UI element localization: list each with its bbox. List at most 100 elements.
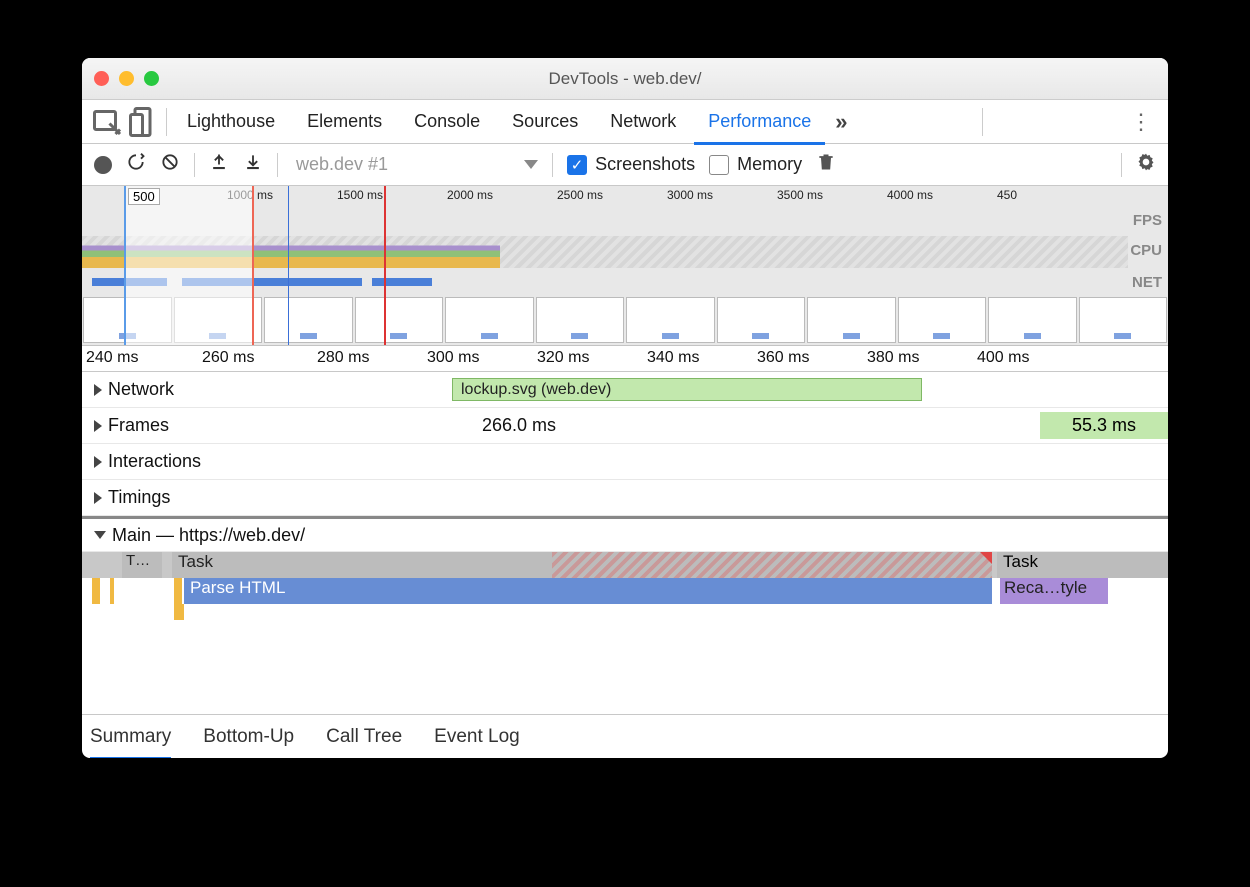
network-track[interactable]: Network lockup.svg (web.dev) [82,372,1168,408]
flame-row-3 [82,604,1168,630]
window-title: DevTools - web.dev/ [548,69,701,89]
tick: 280 ms [317,349,369,367]
tick: 400 ms [977,349,1029,367]
memory-label: Memory [737,154,802,175]
checkbox-icon: ✓ [567,155,587,175]
track-label: Timings [108,487,170,508]
details-tab-bar: Summary Bottom-Up Call Tree Event Log [82,714,1168,758]
profile-selector[interactable]: web.dev #1 [296,154,538,175]
thumbnail [988,297,1077,343]
thumbnail [264,297,353,343]
script-block[interactable] [174,578,182,604]
thumbnail [1079,297,1168,343]
expand-icon[interactable] [94,384,102,396]
expand-icon[interactable] [94,492,102,504]
tick: 260 ms [202,349,254,367]
tab-performance[interactable]: Performance [692,100,827,144]
tab-bottom-up[interactable]: Bottom-Up [203,715,294,759]
close-window-button[interactable] [94,71,109,86]
frame-bar[interactable]: 55.3 ms [1040,412,1168,439]
thumbnail [717,297,806,343]
collapse-icon[interactable] [94,531,106,539]
tick: 2000 ms [447,188,493,202]
script-block[interactable] [92,578,100,604]
device-toggle-icon[interactable] [126,103,162,141]
thumbnail [445,297,534,343]
separator [1121,153,1122,177]
expand-icon[interactable] [94,420,102,432]
settings-gear-icon[interactable] [1136,152,1156,177]
detail-ruler[interactable]: 240 ms 260 ms 280 ms 300 ms 320 ms 340 m… [82,346,1168,372]
tick: 2500 ms [557,188,603,202]
inspect-element-icon[interactable] [90,103,126,141]
selection-handles[interactable] [124,186,254,345]
script-block[interactable] [110,578,114,604]
tick: 380 ms [867,349,919,367]
separator [982,108,983,136]
tab-network[interactable]: Network [594,100,692,144]
tab-sources[interactable]: Sources [496,100,594,144]
load-profile-icon[interactable] [209,152,229,177]
main-track-header[interactable]: Main — https://web.dev/ [82,516,1168,552]
tab-console[interactable]: Console [398,100,496,144]
save-profile-icon[interactable] [243,152,263,177]
more-tabs-icon[interactable]: » [835,109,847,135]
net-label: NET [1132,274,1162,291]
tab-call-tree[interactable]: Call Tree [326,715,402,759]
tick: 3500 ms [777,188,823,202]
thumbnail [807,297,896,343]
task-block[interactable]: T… [122,552,162,578]
separator [277,153,278,177]
dropdown-icon [524,160,538,169]
overview-panel[interactable]: 1000 ms 1500 ms 2000 ms 2500 ms 3000 ms … [82,186,1168,346]
marker-line [288,186,289,345]
script-block[interactable] [174,604,184,620]
timings-track[interactable]: Timings [82,480,1168,516]
interactions-track[interactable]: Interactions [82,444,1168,480]
tick: 300 ms [427,349,479,367]
memory-checkbox[interactable]: Memory [709,154,802,175]
tick: 1500 ms [337,188,383,202]
long-task-block[interactable]: Task [172,552,992,578]
zoom-window-button[interactable] [144,71,159,86]
record-button[interactable] [94,156,112,174]
network-request-bar[interactable]: lockup.svg (web.dev) [452,378,922,401]
checkbox-icon [709,155,729,175]
tick: 3000 ms [667,188,713,202]
red-marker-line [384,186,386,345]
tick: 340 ms [647,349,699,367]
tab-summary[interactable]: Summary [90,715,171,759]
thumbnail [355,297,444,343]
clear-button[interactable] [160,152,180,177]
recalculate-style-block[interactable]: Reca…tyle [1000,578,1108,604]
separator [194,153,195,177]
tick: 450 [997,188,1017,202]
tab-lighthouse[interactable]: Lighthouse [171,100,291,144]
thumbnail [536,297,625,343]
thumbnail [626,297,715,343]
devtools-tab-bar: Lighthouse Elements Console Sources Netw… [82,100,1168,144]
expand-icon[interactable] [94,456,102,468]
frames-track[interactable]: Frames 266.0 ms 55.3 ms [82,408,1168,444]
garbage-collect-icon[interactable] [816,152,836,177]
frame-duration: 266.0 ms [482,415,556,436]
tracks-area[interactable]: Network lockup.svg (web.dev) Frames 266.… [82,372,1168,714]
flame-row-tasks[interactable]: T… Task Task [82,552,1168,578]
task-block[interactable]: Task [997,552,1168,578]
tab-event-log[interactable]: Event Log [434,715,520,759]
kebab-menu-icon[interactable]: ⋮ [1122,109,1160,135]
separator [166,108,167,136]
separator [552,153,553,177]
flame-row-2[interactable]: Parse HTML Reca…tyle [82,578,1168,604]
tick: 320 ms [537,349,589,367]
parse-html-block[interactable]: Parse HTML [184,578,992,604]
tab-elements[interactable]: Elements [291,100,398,144]
screenshots-checkbox[interactable]: ✓ Screenshots [567,154,695,175]
devtools-window: DevTools - web.dev/ Lighthouse Elements … [82,58,1168,758]
minimize-window-button[interactable] [119,71,134,86]
track-label: Interactions [108,451,201,472]
tick: 4000 ms [887,188,933,202]
performance-toolbar: web.dev #1 ✓ Screenshots Memory [82,144,1168,186]
fps-label: FPS [1133,212,1162,229]
reload-button[interactable] [126,152,146,177]
